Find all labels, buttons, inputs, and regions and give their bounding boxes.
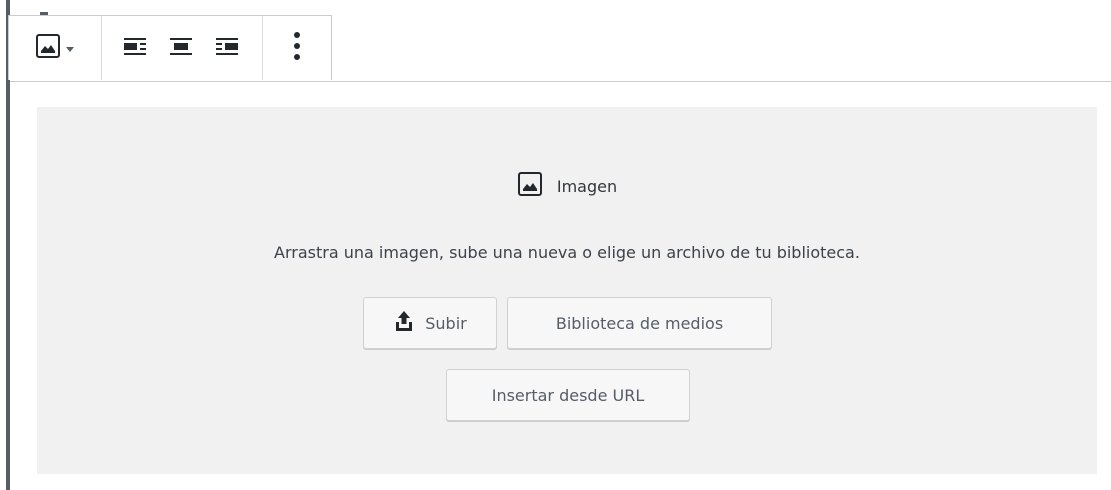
placeholder-title: Imagen <box>556 176 618 196</box>
block-toolbar-divider <box>10 81 1111 82</box>
align-right-icon <box>214 33 240 63</box>
alignment-group <box>102 16 263 80</box>
more-options-icon <box>292 31 302 65</box>
align-center-button[interactable] <box>158 16 204 80</box>
image-block-editor: Imagen Arrastra una imagen, sube una nue… <box>0 0 1111 490</box>
more-options-button[interactable] <box>263 16 331 80</box>
placeholder-label: Imagen <box>37 171 1097 201</box>
media-library-button-label: Biblioteca de medios <box>555 313 724 333</box>
insert-from-url-button[interactable]: Insertar desde URL <box>446 369 690 421</box>
caret-down-icon <box>65 39 75 58</box>
image-icon <box>35 33 61 63</box>
placeholder-instructions: Arrastra una imagen, sube una nueva o el… <box>274 243 860 262</box>
more-options-group <box>263 16 331 80</box>
upload-button[interactable]: Subir <box>363 297 497 349</box>
align-left-icon <box>122 33 148 63</box>
upload-icon <box>393 310 415 336</box>
align-right-button[interactable] <box>204 16 250 80</box>
align-left-button[interactable] <box>112 16 158 80</box>
upload-button-label: Subir <box>425 313 467 333</box>
align-center-icon <box>168 33 194 63</box>
image-icon <box>517 171 543 201</box>
block-type-group <box>9 16 102 80</box>
block-toolbar <box>8 15 332 80</box>
image-placeholder[interactable]: Imagen Arrastra una imagen, sube una nue… <box>37 107 1097 474</box>
media-library-button[interactable]: Biblioteca de medios <box>507 297 772 349</box>
insert-from-url-button-label: Insertar desde URL <box>491 385 645 405</box>
block-type-button[interactable] <box>9 16 101 80</box>
